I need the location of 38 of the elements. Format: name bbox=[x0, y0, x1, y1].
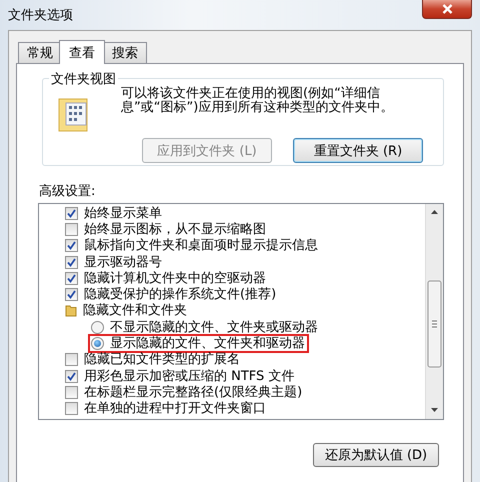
radio-button[interactable] bbox=[91, 320, 104, 334]
option-label: 在单独的进程中打开文件夹窗口 bbox=[83, 401, 267, 416]
option-label: 不显示隐藏的文件、文件夹或驱动器 bbox=[109, 320, 319, 335]
option-label: 鼠标指向文件夹和桌面项时显示提示信息 bbox=[83, 238, 319, 254]
checkbox[interactable] bbox=[65, 370, 78, 383]
checkbox[interactable] bbox=[65, 402, 78, 416]
option-label: 始终显示菜单 bbox=[83, 206, 163, 221]
option-label: 用彩色显示加密或压缩的 NTFS 文件 bbox=[83, 368, 296, 384]
checkbox[interactable] bbox=[65, 386, 78, 399]
description-text: 可以将该文件夹正在使用的视图(例如“详细信息”或“图标”)应用到所有这种类型的文件夹中。 bbox=[121, 87, 394, 117]
checkbox[interactable] bbox=[65, 256, 78, 269]
folder-icon bbox=[65, 304, 77, 318]
option-label: 隐藏文件和文件夹 bbox=[82, 303, 188, 318]
advanced-settings-label: 高级设置: bbox=[39, 183, 96, 200]
restore-defaults-button[interactable]: 还原为默认值 (D) bbox=[313, 443, 439, 467]
tab[interactable]: 搜索 bbox=[103, 42, 147, 63]
checkbox[interactable] bbox=[65, 288, 78, 302]
window-title: 文件夹选项 bbox=[8, 7, 73, 24]
checkbox[interactable] bbox=[65, 206, 78, 220]
highlighted-option-label: 显示隐藏的文件、文件夹和驱动器 bbox=[90, 336, 307, 352]
checkbox[interactable] bbox=[65, 272, 78, 285]
tab[interactable]: 查看 bbox=[59, 40, 105, 64]
close-icon bbox=[442, 4, 452, 14]
option-label: 隐藏受保护的操作系统文件(推荐) bbox=[83, 287, 278, 302]
checkbox[interactable] bbox=[65, 222, 78, 236]
checkbox[interactable] bbox=[65, 239, 78, 252]
scrollbar[interactable] bbox=[425, 204, 443, 419]
option-label: 显示驱动器号 bbox=[83, 254, 163, 270]
radio-button[interactable] bbox=[91, 337, 104, 350]
option-label: 隐藏已知文件类型的扩展名 bbox=[83, 352, 241, 368]
option-label: 始终显示图标，从不显示缩略图 bbox=[83, 222, 267, 237]
option-label: 隐藏计算机文件夹中的空驱动器 bbox=[83, 270, 267, 286]
reset-folders-button[interactable]: 重置文件夹 (R) bbox=[293, 138, 423, 163]
checkbox[interactable] bbox=[65, 353, 78, 366]
tab[interactable]: 常规 bbox=[18, 42, 62, 63]
group-title: 文件夹视图 bbox=[49, 70, 118, 88]
close-button[interactable] bbox=[422, 0, 472, 19]
option-label: 在标题栏显示完整路径(仅限经典主题) bbox=[83, 384, 304, 400]
